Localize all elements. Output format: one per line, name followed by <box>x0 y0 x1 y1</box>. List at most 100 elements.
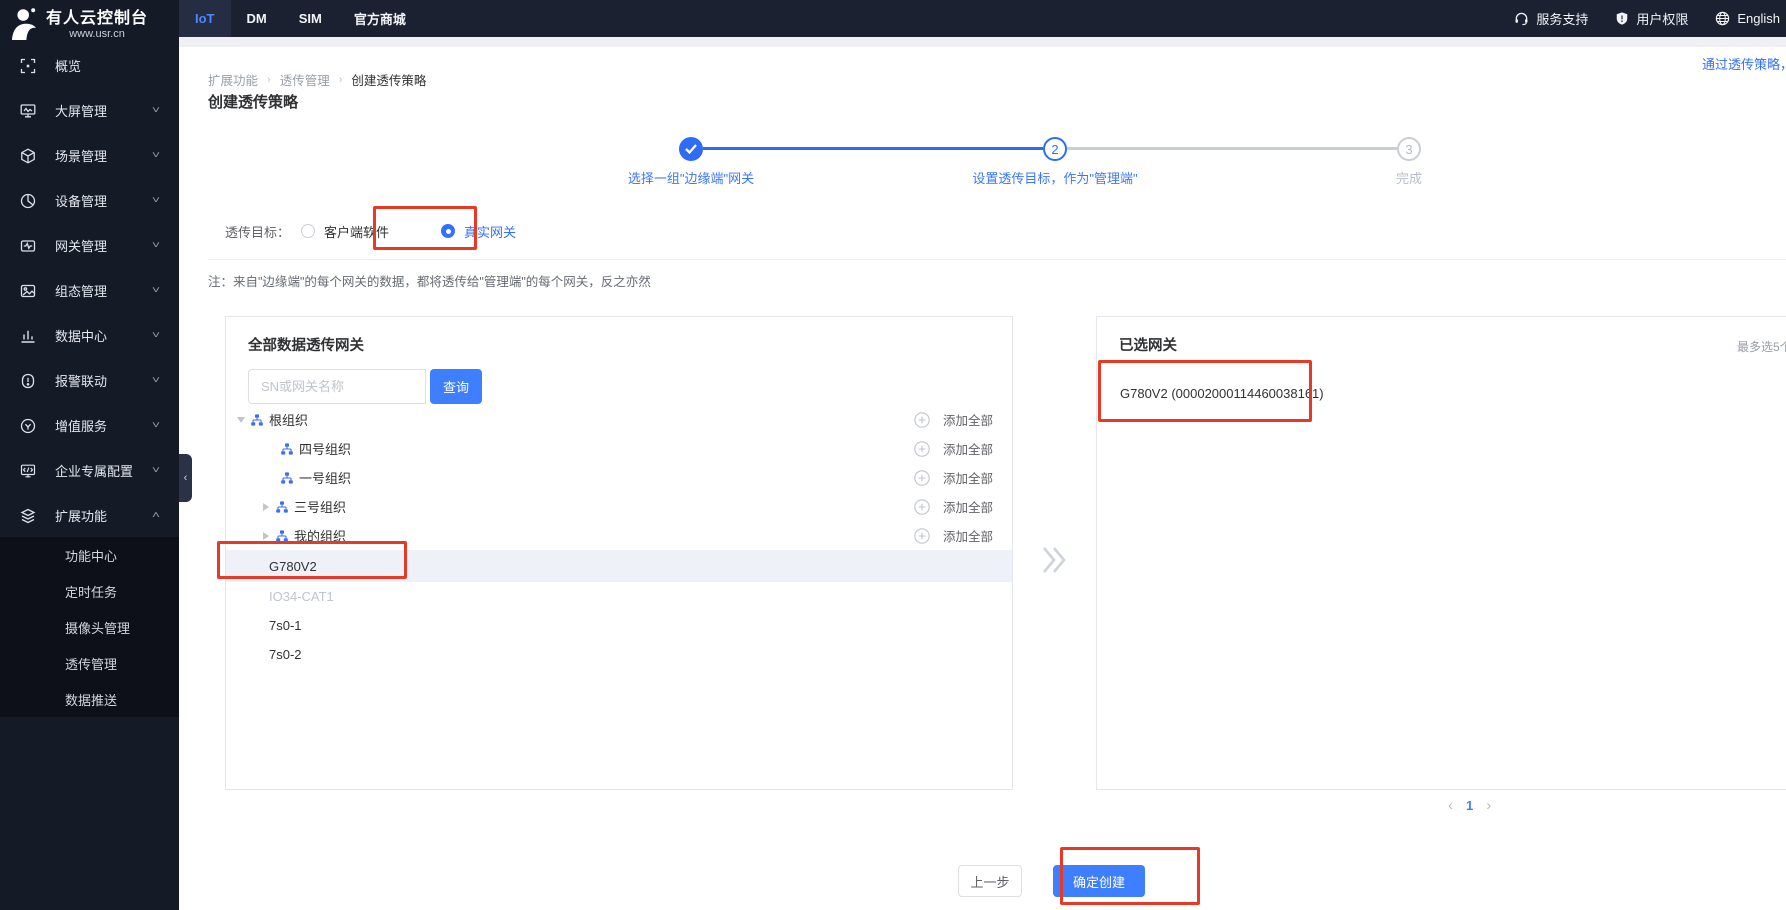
language-label: English <box>1737 11 1780 26</box>
breadcrumb-separator: › <box>267 74 271 86</box>
circle-plus-icon <box>914 470 930 486</box>
chevron-down-icon: ˅ <box>152 375 160 386</box>
chevron-down-icon: ˅ <box>152 150 160 161</box>
caret-right-icon[interactable] <box>263 532 269 540</box>
top-nav: IoT DM SIM 官方商城 服务支持 用户权限 English <box>179 0 1786 37</box>
prev-step-button[interactable]: 上一步 <box>958 865 1022 897</box>
gateway-search-row: 查询 <box>248 369 482 404</box>
gateway-row-g780v2[interactable]: G780V2 <box>226 550 1012 582</box>
sidebar-item-alarm[interactable]: 报警联动 ˅ <box>0 358 179 403</box>
tree-row-my-org[interactable]: 我的组织 添加全部 <box>226 521 1012 550</box>
breadcrumb-extend[interactable]: 扩展功能 <box>208 70 258 89</box>
org-label: 四号组织 <box>299 439 351 458</box>
gateway-row-7s0-1[interactable]: 7s0-1 <box>226 611 1012 640</box>
brand-subtitle: www.usr.cn <box>46 28 148 40</box>
sidebar-item-gateway[interactable]: 网关管理 ˅ <box>0 223 179 268</box>
gateway-row-7s0-2[interactable]: 7s0-2 <box>226 640 1012 669</box>
breadcrumb-passthrough[interactable]: 透传管理 <box>280 70 330 89</box>
page-number[interactable]: 1 <box>1466 798 1473 813</box>
gateway-search-input[interactable] <box>248 369 426 404</box>
sidebar-item-overview[interactable]: 概览 <box>0 43 179 88</box>
tree-row-org-4[interactable]: 四号组织 添加全部 <box>226 434 1012 463</box>
language-menu[interactable]: English <box>1715 11 1780 26</box>
sidebar-item-datacenter[interactable]: 数据中心 ˅ <box>0 313 179 358</box>
chevron-down-icon: ˅ <box>152 330 160 341</box>
enterprise-config-icon <box>20 463 36 479</box>
limit-hint: 最多选5个 <box>1737 338 1786 355</box>
headset-icon <box>1514 11 1529 26</box>
brand-logo[interactable]: 有人云控制台 www.usr.cn <box>0 0 179 48</box>
tab-iot[interactable]: IoT <box>179 0 231 37</box>
step-3-label: 完成 <box>1359 168 1459 187</box>
tree-row-org-1[interactable]: 一号组织 添加全部 <box>226 463 1012 492</box>
organization-icon <box>281 443 293 455</box>
caret-down-icon[interactable] <box>237 417 245 423</box>
tab-mall[interactable]: 官方商城 <box>338 0 422 37</box>
org-label: 我的组织 <box>294 526 346 545</box>
organization-icon <box>276 530 288 542</box>
confirm-create-button[interactable]: 确定创建 <box>1053 865 1145 897</box>
tree-row-org-3[interactable]: 三号组织 添加全部 <box>226 492 1012 521</box>
submenu-item-scheduled-tasks[interactable]: 定时任务 <box>0 573 179 609</box>
add-all-org-3[interactable]: 添加全部 <box>914 497 993 516</box>
chevron-down-icon: ˅ <box>152 240 160 251</box>
add-all-org-4[interactable]: 添加全部 <box>914 439 993 458</box>
prev-page-arrow[interactable]: ‹ <box>1448 797 1453 814</box>
check-icon <box>684 143 698 155</box>
step-connector-done <box>703 147 1043 150</box>
search-button[interactable]: 查询 <box>430 369 482 404</box>
submenu-item-passthrough-management[interactable]: 透传管理 <box>0 645 179 681</box>
shield-icon <box>1615 11 1629 26</box>
sidebar-item-scene[interactable]: 场景管理 ˅ <box>0 133 179 178</box>
value-service-icon <box>20 418 36 434</box>
section-divider <box>208 259 1786 260</box>
step-1-label: 选择一组"边缘端"网关 <box>591 168 791 187</box>
sidebar-item-enterprise-config[interactable]: 企业专属配置 ˅ <box>0 448 179 493</box>
usr-person-icon <box>8 7 40 41</box>
sidebar-collapse-handle[interactable]: ‹ <box>179 454 192 502</box>
gateway-pulse-icon <box>20 238 36 254</box>
support-label: 服务支持 <box>1536 9 1588 28</box>
org-label: 三号组织 <box>294 497 346 516</box>
nav-right-group: 服务支持 用户权限 English <box>1514 0 1786 37</box>
all-gateways-title: 全部数据透传网关 <box>248 334 364 355</box>
alarm-icon <box>20 373 36 389</box>
chevron-down-icon: ˅ <box>152 465 160 476</box>
support-menu[interactable]: 服务支持 <box>1514 9 1588 28</box>
add-all-my-org[interactable]: 添加全部 <box>914 526 993 545</box>
globe-icon <box>1715 11 1730 26</box>
breadcrumb-current: 创建透传策略 <box>351 70 426 89</box>
next-page-arrow[interactable]: › <box>1486 797 1491 814</box>
sidebar-item-value-service[interactable]: 增值服务 ˅ <box>0 403 179 448</box>
add-all-org-1[interactable]: 添加全部 <box>914 468 993 487</box>
selected-gateway-item[interactable]: G780V2 (00002000114460038161) <box>1120 386 1324 401</box>
radio-client-software[interactable] <box>301 224 315 238</box>
radio-real-label[interactable]: 真实网关 <box>464 222 516 241</box>
submenu-item-camera-management[interactable]: 摄像头管理 <box>0 609 179 645</box>
radio-client-label[interactable]: 客户端软件 <box>324 222 389 241</box>
sidebar-item-hmi[interactable]: 组态管理 ˅ <box>0 268 179 313</box>
sidebar-item-bigscreen[interactable]: 大屏管理 ˅ <box>0 88 179 133</box>
breadcrumb: 扩展功能 › 透传管理 › 创建透传策略 <box>208 70 426 89</box>
circle-plus-icon <box>914 441 930 457</box>
sidebar-menu: 概览 大屏管理 ˅ 场景管理 ˅ 设备管理 ˅ 网关管理 ˅ <box>0 43 179 538</box>
usr-cloud-console: IoT DM SIM 官方商城 服务支持 用户权限 English <box>0 0 1786 910</box>
tab-dm[interactable]: DM <box>231 0 283 37</box>
tree-row-root-org[interactable]: 根组织 添加全部 <box>226 405 1012 434</box>
submenu-item-function-center[interactable]: 功能中心 <box>0 537 179 573</box>
tab-sim[interactable]: SIM <box>283 0 338 37</box>
submenu-item-data-push[interactable]: 数据推送 <box>0 681 179 717</box>
brand-title: 有人云控制台 <box>46 9 148 28</box>
organization-icon <box>281 472 293 484</box>
chevron-up-icon: ˄ <box>152 510 160 521</box>
caret-right-icon[interactable] <box>263 503 269 511</box>
sidebar-item-extend[interactable]: 扩展功能 ˄ <box>0 493 179 538</box>
strategy-help-link[interactable]: 通过透传策略， <box>1702 54 1786 73</box>
page-title: 创建透传策略 <box>208 91 298 112</box>
add-all-root[interactable]: 添加全部 <box>914 410 993 429</box>
sidebar-item-device[interactable]: 设备管理 ˅ <box>0 178 179 223</box>
circle-plus-icon <box>914 412 930 428</box>
org-gateway-tree: 根组织 添加全部 四号组织 添加全部 <box>226 405 1012 669</box>
permissions-menu[interactable]: 用户权限 <box>1615 9 1688 28</box>
radio-real-gateway[interactable] <box>441 224 455 238</box>
